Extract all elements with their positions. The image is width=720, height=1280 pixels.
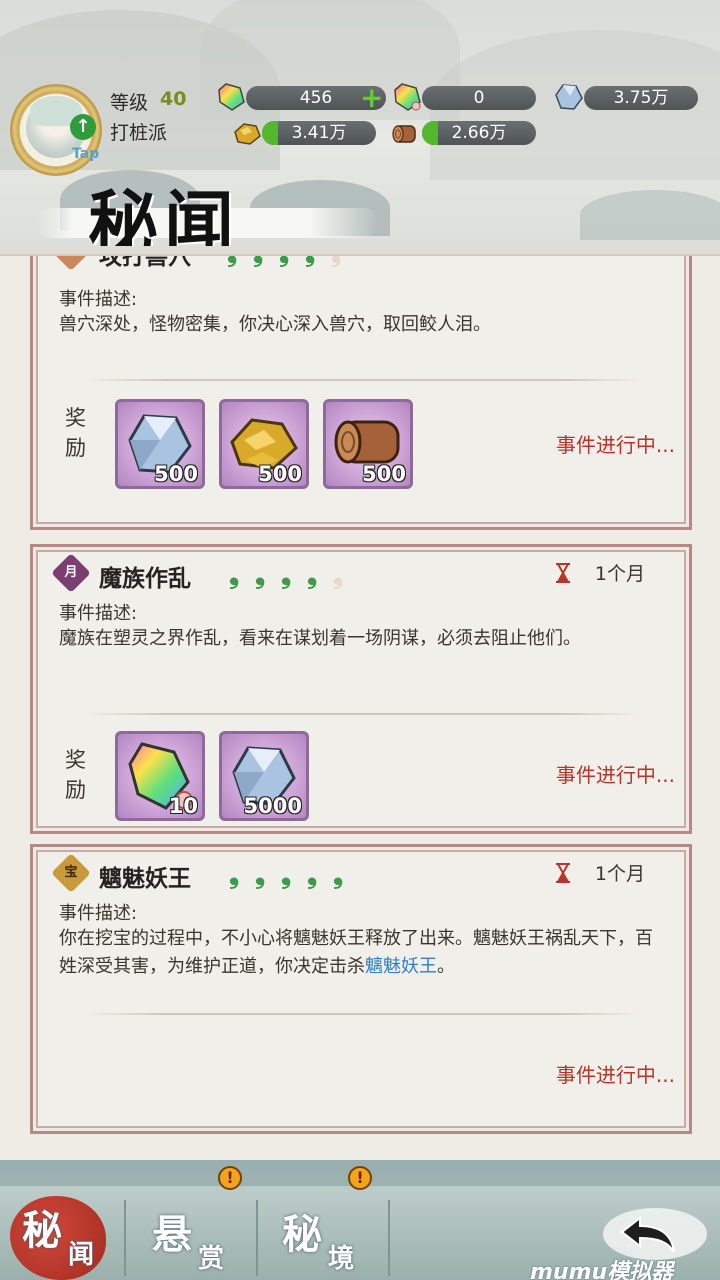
- spirit-stone-icon: [555, 84, 583, 110]
- difficulty-leaf-icon: ❟: [281, 860, 292, 890]
- reward-label: 奖励: [65, 748, 86, 802]
- difficulty-leaf-icon: ❟: [253, 256, 275, 266]
- reward-spirit-stone[interactable]: 5000: [219, 731, 309, 821]
- event-description-main: 你在挖宝的过程中，不小心将魑魅妖王释放了出来。魑魅妖王祸乱天下，百姓深受其害，为…: [59, 928, 653, 977]
- event-title: 魑魅妖王: [99, 866, 191, 892]
- title-divider: [0, 246, 720, 256]
- reward-wood[interactable]: 500: [323, 399, 413, 489]
- event-desc-label: 事件描述:: [59, 289, 138, 310]
- add-jade-plus-icon[interactable]: +: [360, 84, 383, 112]
- event-duration: 1个月: [594, 863, 645, 885]
- event-desc-label: 事件描述:: [59, 603, 138, 624]
- player-avatar[interactable]: ↑ Tap: [10, 84, 102, 176]
- difficulty-leaf-icon: ❟: [279, 256, 301, 266]
- rainbow-jade-icon: [394, 83, 421, 111]
- tab-secret-realm-small: 境: [328, 1244, 355, 1274]
- event-list[interactable]: 攻打兽穴 ❟ ❟ ❟ ❟ ❟ 事件描述: 兽穴深处，怪物密集，你决心深入兽穴，取…: [0, 256, 720, 1160]
- reward-spirit-stone[interactable]: 500: [115, 399, 205, 489]
- event-status: 事件进行中...: [555, 1063, 675, 1087]
- nav-separator: [388, 1200, 390, 1276]
- event-card-1[interactable]: 攻打兽穴 ❟ ❟ ❟ ❟ ❟ 事件描述: 兽穴深处，怪物密集，你决心深入兽穴，取…: [30, 256, 692, 530]
- wood-log-icon: [392, 125, 416, 143]
- level-up-arrow-icon: ↑: [70, 114, 96, 140]
- event-title: 攻打兽穴: [99, 256, 191, 270]
- tab-bounty-small: 赏: [198, 1244, 225, 1274]
- event-card-3[interactable]: 宝 魑魅妖王 ❟ ❟ ❟ ❟ ❟ 1个月 事件描述: 你在挖宝的过程中，不小心将…: [30, 844, 692, 1134]
- card-divider: [83, 713, 643, 715]
- difficulty-leaf-icon: ❟: [281, 560, 292, 590]
- difficulty-leaf-icon: ❟: [307, 860, 318, 890]
- difficulty-leaf-icon: ❟: [229, 860, 240, 890]
- difficulty-leaf-icon: ❟: [229, 560, 240, 590]
- event-description-link[interactable]: 魑魅妖王: [365, 956, 437, 977]
- event-desc-label: 事件描述:: [59, 903, 138, 924]
- event-status: 事件进行中...: [555, 763, 675, 787]
- rainbow-jade-counter: 0: [422, 86, 536, 110]
- wood-counter: 2.66万: [422, 121, 536, 145]
- hourglass-icon: [556, 563, 570, 583]
- tab-secret-realm[interactable]: 秘 境 !: [272, 1166, 382, 1280]
- nav-separator: [256, 1200, 258, 1276]
- gold-ore-counter: 3.41万: [262, 121, 376, 145]
- reward-count: 500: [258, 462, 302, 486]
- bounty-alert-icon: !: [218, 1166, 242, 1190]
- event-title: 魔族作乱: [99, 566, 191, 592]
- event-card-2[interactable]: 月 魔族作乱 ❟ ❟ ❟ ❟ ❟ 1个月 事件描述: 魔族在塑灵之界作乱，看来在…: [30, 544, 692, 834]
- tab-secret-realm-big: 秘: [282, 1211, 322, 1258]
- difficulty-leaf-icon: ❟: [307, 560, 318, 590]
- difficulty-leaf-empty-icon: ❟: [333, 560, 344, 590]
- reward-count: 500: [362, 462, 406, 486]
- reward-count: 500: [154, 462, 198, 486]
- spirit-stone-counter: 3.75万: [584, 86, 698, 110]
- difficulty-leaf-empty-icon: ❟: [331, 256, 353, 266]
- treasure-badge-label: 宝: [64, 865, 78, 880]
- reward-gold-ore[interactable]: 500: [219, 399, 309, 489]
- event-badge-icon: [51, 256, 91, 271]
- event-status: 事件进行中...: [555, 433, 675, 457]
- level-value: 40: [160, 88, 187, 110]
- difficulty-leaf-icon: ❟: [333, 860, 344, 890]
- card-divider: [83, 379, 643, 381]
- reward-count: 10: [168, 794, 198, 818]
- event-description: 你在挖宝的过程中，不小心将魑魅妖王释放了出来。魑魅妖王祸乱天下，百姓深受其害，为…: [59, 925, 659, 981]
- card-divider: [83, 1013, 643, 1015]
- tab-secret-news-big: 秘: [22, 1207, 62, 1254]
- event-description: 魔族在塑灵之界作乱，看来在谋划着一场阴谋，必须去阻止他们。: [59, 628, 581, 649]
- event-duration: 1个月: [594, 563, 645, 585]
- tab-secret-news[interactable]: 秘 闻: [10, 1190, 110, 1280]
- avatar-tap-hint: Tap: [72, 146, 100, 162]
- reward-rainbow-jade[interactable]: 10: [115, 731, 205, 821]
- tab-bounty-big: 悬: [152, 1211, 192, 1258]
- event-description: 兽穴深处，怪物密集，你决心深入兽穴，取回鲛人泪。: [59, 314, 491, 335]
- difficulty-leaf-icon: ❟: [255, 560, 266, 590]
- difficulty-leaf-icon: ❟: [227, 256, 249, 266]
- reward-count: 5000: [243, 794, 302, 818]
- realm-alert-icon: !: [348, 1166, 372, 1190]
- reward-label: 奖励: [65, 406, 86, 460]
- jade-icon: [218, 83, 245, 111]
- gold-ore-icon: [234, 123, 261, 145]
- difficulty-leaf-icon: ❟: [305, 256, 327, 266]
- nav-separator: [124, 1200, 126, 1276]
- event-description-end: 。: [437, 956, 455, 977]
- level-label: 等级: [110, 92, 149, 114]
- sect-name: 打桩派: [110, 122, 168, 144]
- tab-secret-news-small: 闻: [68, 1240, 95, 1270]
- tab-bounty[interactable]: 悬 赏 !: [140, 1166, 250, 1280]
- hourglass-icon: [556, 863, 570, 883]
- month-badge-label: 月: [64, 565, 78, 580]
- emulator-watermark: mumu模拟器: [530, 1260, 674, 1280]
- difficulty-leaf-icon: ❟: [255, 860, 266, 890]
